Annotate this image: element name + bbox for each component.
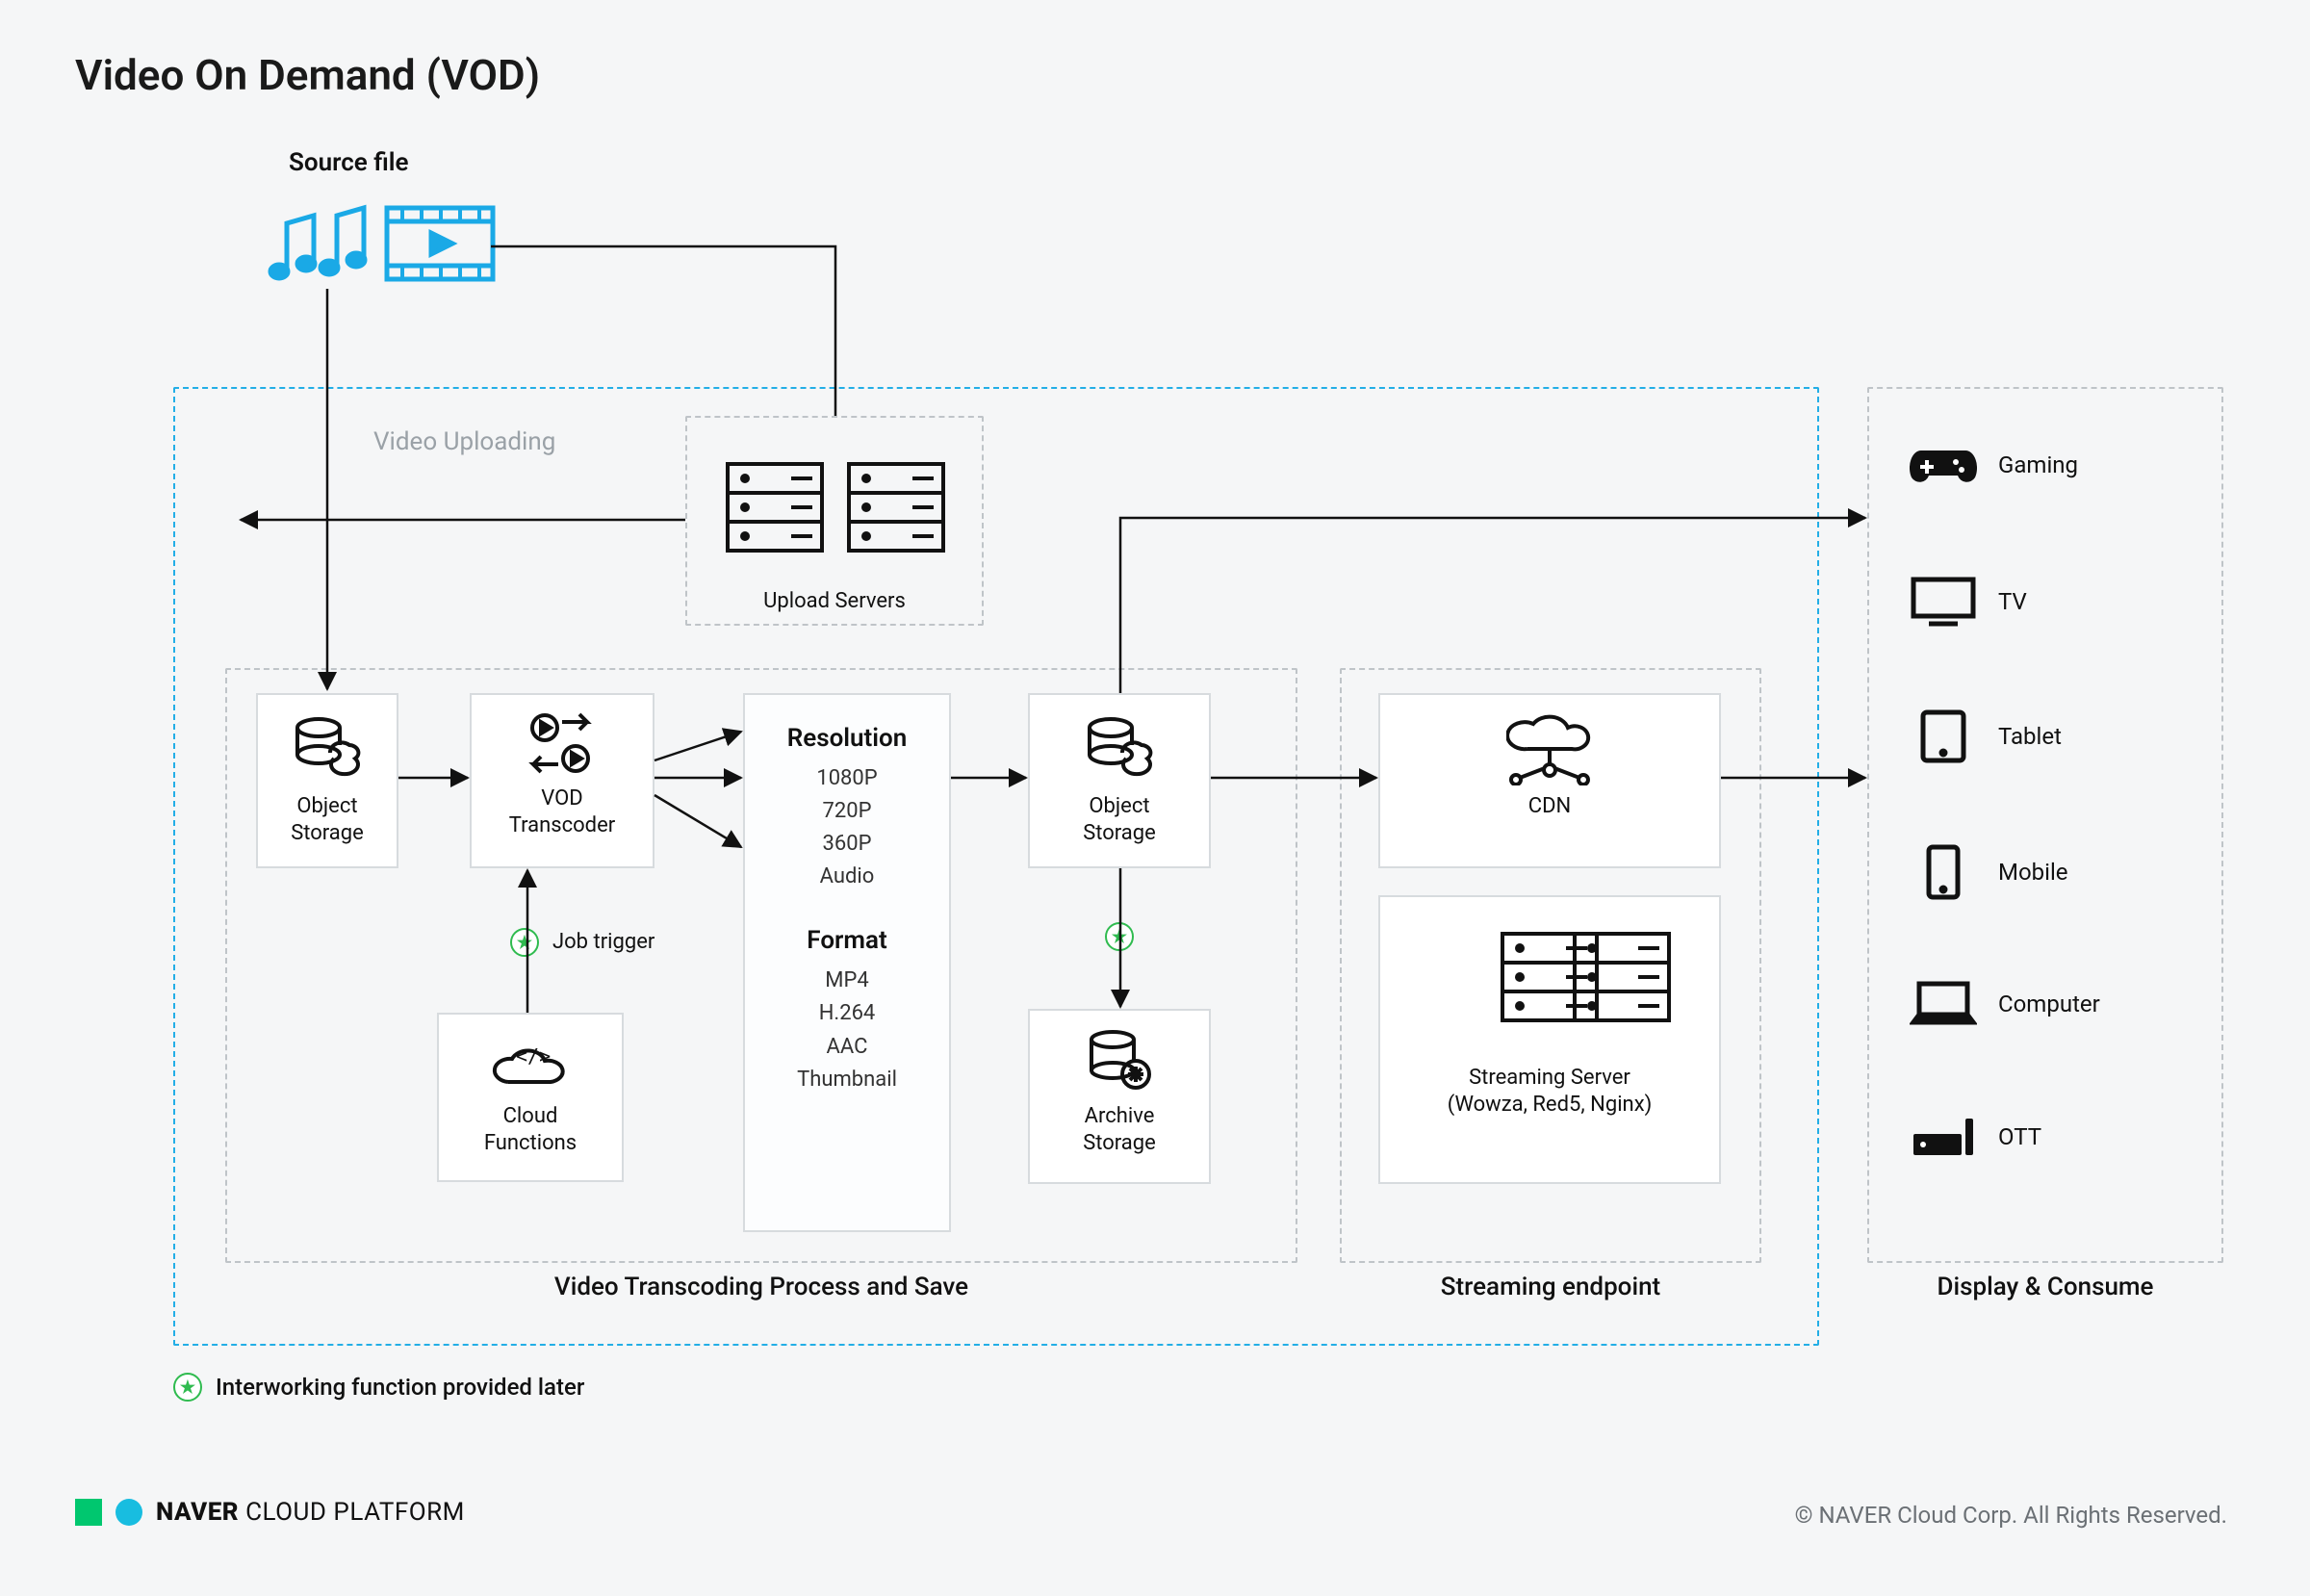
connectors (0, 0, 2310, 1596)
